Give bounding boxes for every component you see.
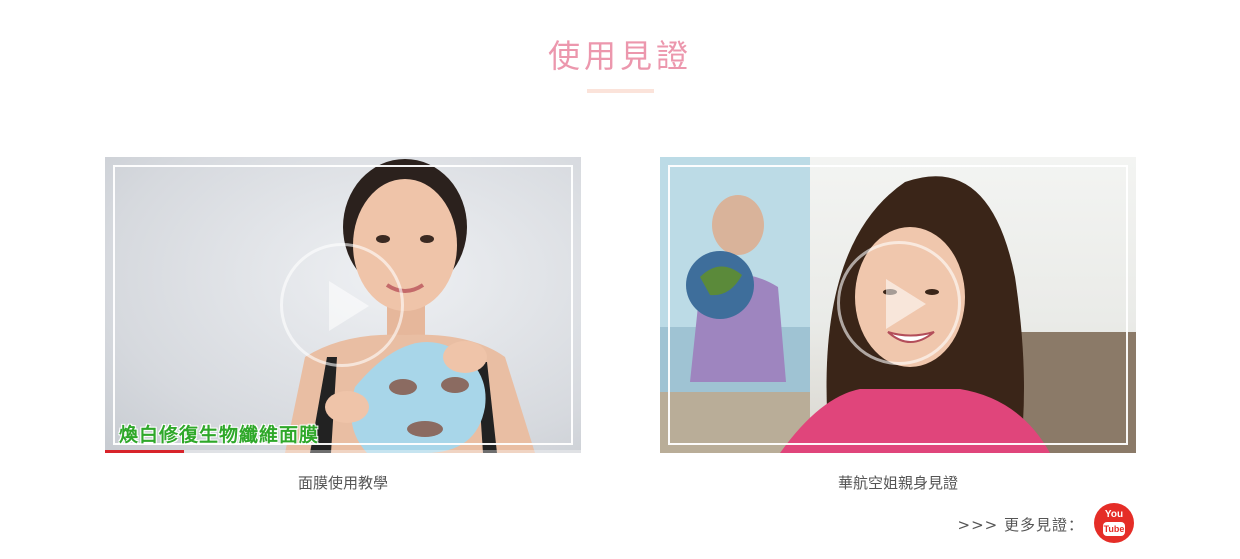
video-thumbnail-mask-tutorial[interactable]: 煥白修復生物纖維面膜 xyxy=(105,157,581,453)
play-triangle xyxy=(886,279,926,329)
video-caption-overlay: 煥白修復生物纖維面膜 xyxy=(119,424,320,446)
play-circle-icon[interactable] xyxy=(837,241,961,365)
video-label[interactable]: 面膜使用教學 xyxy=(105,473,581,493)
title-underline xyxy=(587,89,654,93)
section-title: 使用見證 xyxy=(547,37,692,75)
video-label[interactable]: 華航空姐親身見證 xyxy=(660,473,1136,493)
more-testimonials-link[interactable]: >>> 更多見證： xyxy=(958,515,1084,535)
youtube-you-text: You xyxy=(1104,509,1124,520)
video-progress-track xyxy=(105,450,581,453)
video-progress-fill xyxy=(105,450,184,453)
youtube-logo-icon[interactable]: You Tube xyxy=(1094,503,1134,543)
youtube-tube-text: Tube xyxy=(1103,522,1125,536)
testimonial-section: 使用見證 煥白修復生物纖維面膜 面膜使用教學 華航空姐親身見證 >>> 更多見證… xyxy=(0,0,1240,559)
play-circle-icon[interactable] xyxy=(280,243,404,367)
video-thumbnail-flight-attendant[interactable] xyxy=(660,157,1136,453)
play-triangle xyxy=(329,281,369,331)
